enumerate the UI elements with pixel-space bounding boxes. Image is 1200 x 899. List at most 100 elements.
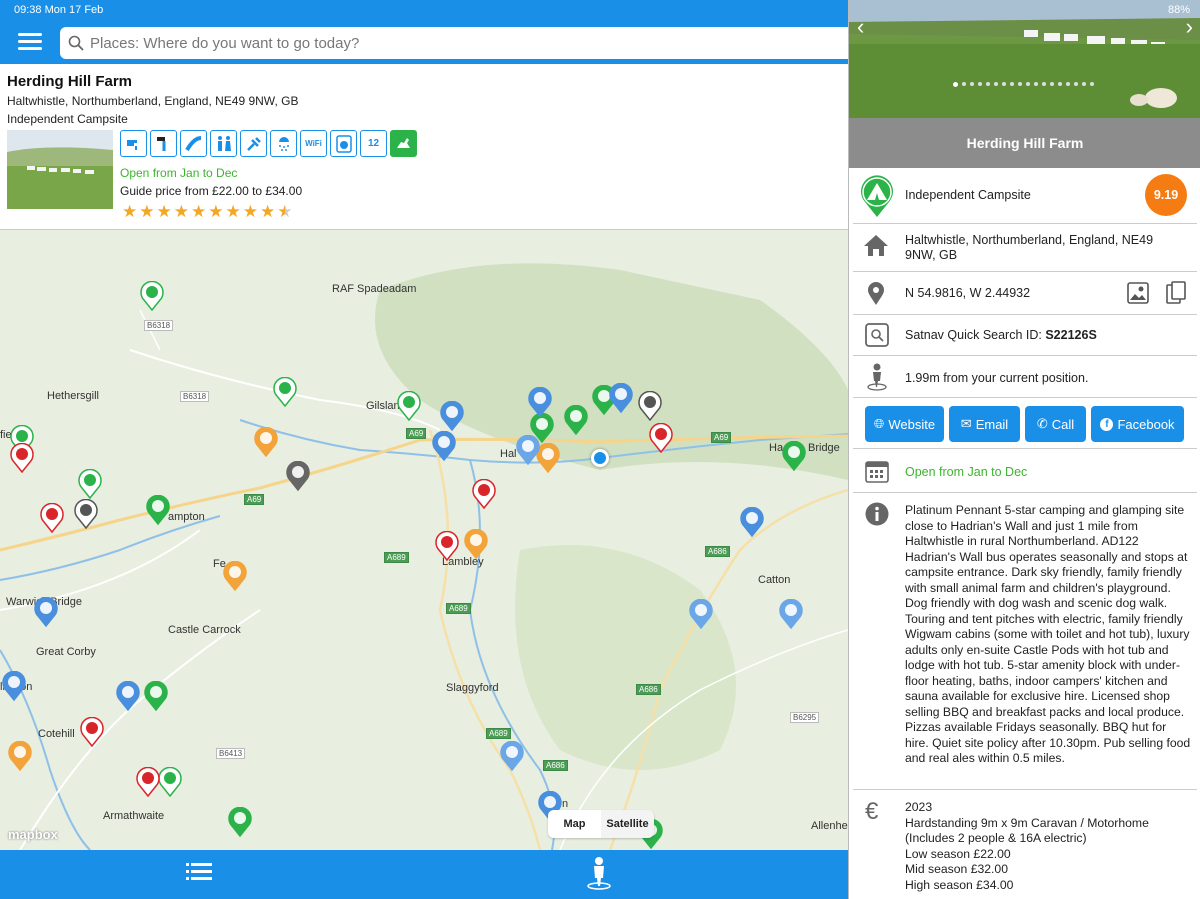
caravan-pin-icon[interactable] [254, 427, 278, 457]
map-toggle-map[interactable]: Map [548, 810, 601, 838]
carousel-dot[interactable] [1026, 82, 1030, 86]
carousel-dot[interactable] [1034, 82, 1038, 86]
tent-pin-icon[interactable] [782, 441, 806, 471]
flag-pin-icon[interactable] [158, 767, 182, 797]
panel-title: Herding Hill Farm [849, 118, 1200, 168]
carousel-dot[interactable] [962, 82, 966, 86]
action-buttons: 🌐︎ Website ✉︎ Email ✆ Call f Facebook [865, 406, 1184, 442]
battery-status: 88% [1167, 4, 1190, 16]
red-flag-pin-icon[interactable] [435, 531, 459, 561]
carousel-dot[interactable] [1082, 82, 1086, 86]
parking-pin-icon[interactable] [609, 383, 633, 413]
mapbox-logo: mapbox [8, 827, 58, 842]
carousel-dot[interactable] [1002, 82, 1006, 86]
search-bar[interactable] [60, 27, 860, 59]
call-button[interactable]: ✆ Call [1025, 406, 1086, 442]
red-flag-pin-icon[interactable] [649, 423, 673, 453]
carousel-dot[interactable] [994, 82, 998, 86]
flag-pin-icon[interactable] [397, 391, 421, 421]
red-flag-pin-icon[interactable] [40, 503, 64, 533]
motorhome-pin-icon[interactable] [516, 435, 540, 465]
pub-pin-icon[interactable] [740, 507, 764, 537]
fuel-pin-icon[interactable] [286, 461, 310, 491]
locate-me-icon[interactable] [586, 856, 612, 890]
satnav-label: Satnav Quick Search ID: [905, 328, 1046, 342]
campsite-thumbnail[interactable] [7, 130, 113, 209]
website-button[interactable]: 🌐︎ Website [865, 406, 944, 442]
motorhome-pin-icon[interactable] [500, 741, 524, 771]
map-image-icon[interactable] [1127, 282, 1149, 304]
map-toggle-satellite[interactable]: Satellite [601, 810, 654, 838]
place-summary-card[interactable]: Herding Hill Farm Haltwhistle, Northumbe… [0, 64, 848, 230]
flag-pin-icon[interactable] [273, 377, 297, 407]
shop-pin-icon[interactable] [472, 479, 496, 509]
website-label: Website [888, 416, 936, 432]
road-label: B6295 [790, 712, 820, 723]
euro-icon: € [865, 798, 879, 825]
caravan-pin-icon[interactable] [8, 741, 32, 771]
road-label: A69 [244, 494, 265, 505]
motorhome-pin-icon[interactable] [689, 599, 713, 629]
flag-pin-icon[interactable] [78, 469, 102, 499]
campsite-photo-carousel[interactable]: ‹ › [849, 0, 1200, 118]
pub-pin-icon[interactable] [432, 431, 456, 461]
pub-pin-icon[interactable] [116, 681, 140, 711]
place-label: Hal [500, 448, 517, 460]
parking-pin-icon[interactable] [440, 401, 464, 431]
carousel-dot[interactable] [1090, 82, 1094, 86]
star-rating: ★ ★ ★ ★ ★ ★ ★ ★ ★ ★ [122, 202, 293, 222]
road-label: A686 [543, 760, 568, 771]
red-flag-pin-icon[interactable] [10, 443, 34, 473]
map-terrain [0, 263, 848, 850]
wifi-icon: WiFi [300, 130, 327, 157]
list-view-icon[interactable] [186, 861, 212, 883]
bottom-bar [0, 850, 848, 899]
red-flag-pin-icon[interactable] [136, 767, 160, 797]
facebook-button[interactable]: f Facebook [1091, 406, 1184, 442]
hamburger-menu-icon[interactable] [18, 33, 42, 51]
search-input[interactable] [90, 34, 790, 52]
place-label: Hethersgill [47, 390, 99, 402]
star-icon: ★ [277, 202, 293, 221]
carousel-dot[interactable] [1066, 82, 1070, 86]
carousel-dot[interactable] [970, 82, 974, 86]
carousel-dot[interactable] [1050, 82, 1054, 86]
motorhome-pin-icon[interactable] [779, 599, 803, 629]
divider [853, 789, 1197, 790]
parking-pin-icon[interactable] [528, 387, 552, 417]
carousel-dot[interactable] [1010, 82, 1014, 86]
email-button[interactable]: ✉︎ Email [949, 406, 1020, 442]
carousel-dot[interactable] [953, 82, 958, 87]
carousel-dot[interactable] [1018, 82, 1022, 86]
pub-pin-icon[interactable] [34, 597, 58, 627]
carousel-dot[interactable] [1074, 82, 1078, 86]
tent-pin-icon[interactable] [228, 807, 252, 837]
carousel-dot[interactable] [1042, 82, 1046, 86]
map-view[interactable]: RAF Spadeadam Hethersgill Gilsland Hal H… [0, 230, 848, 850]
place-label: RAF Spadeadam [332, 283, 417, 295]
chevron-left-icon[interactable]: ‹ [857, 14, 864, 40]
carousel-dots[interactable] [953, 82, 1094, 87]
flag-pin-icon[interactable] [140, 281, 164, 311]
address-row: Haltwhistle, Northumberland, England, NE… [853, 224, 1197, 272]
copy-clipboard-icon[interactable] [1165, 281, 1187, 305]
amenity-icons: WiFi 12 [120, 130, 417, 157]
carousel-dot[interactable] [1058, 82, 1062, 86]
cafe-pin-icon[interactable] [80, 717, 104, 747]
map-type-toggle[interactable]: Map Satellite [548, 810, 654, 838]
pub-pin-icon[interactable] [2, 671, 26, 701]
camera-pin-icon[interactable] [74, 499, 98, 529]
carousel-dot[interactable] [986, 82, 990, 86]
tent-pin-icon[interactable] [146, 495, 170, 525]
carousel-dot[interactable] [978, 82, 982, 86]
tent-pin-icon[interactable] [144, 681, 168, 711]
star-icon: ★ [173, 202, 189, 221]
chevron-right-icon[interactable]: › [1186, 14, 1193, 40]
camera-pin-icon[interactable] [638, 391, 662, 421]
tent-pin-icon[interactable] [564, 405, 588, 435]
caravan-pin-icon[interactable] [464, 529, 488, 559]
laundry-icon [330, 130, 357, 157]
calendar-icon: 12 [360, 130, 387, 157]
panel-distance: 1.99m from your current position. [905, 371, 1089, 385]
caravan-pin-icon[interactable] [223, 561, 247, 591]
